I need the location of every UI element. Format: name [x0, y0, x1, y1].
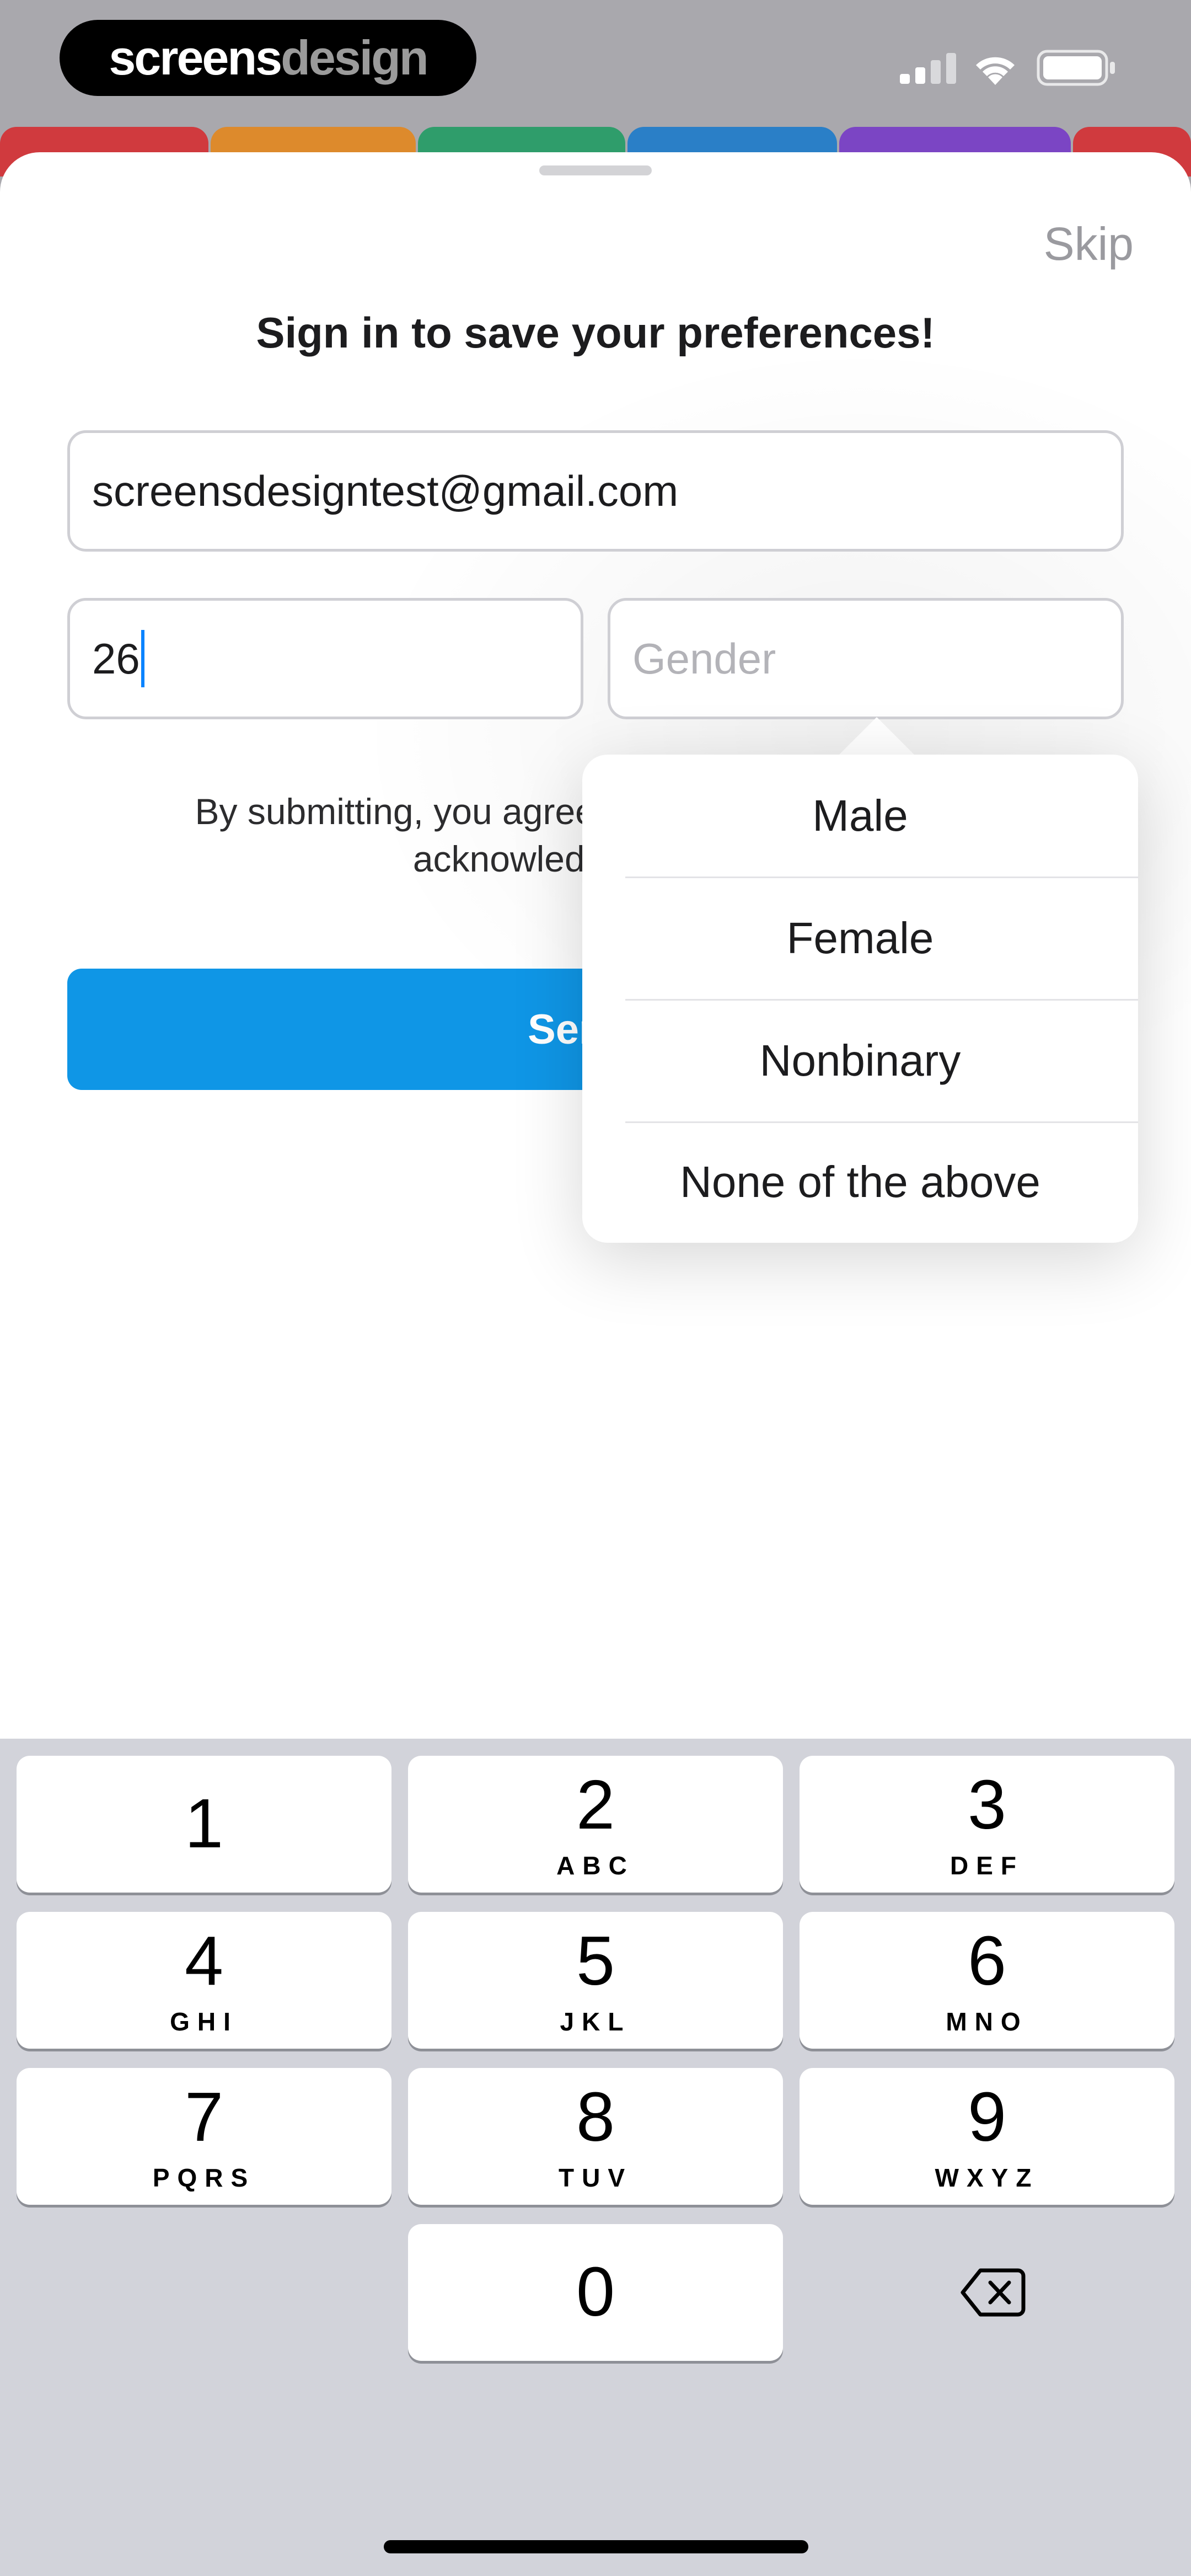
key-0[interactable]: 0: [408, 2224, 783, 2361]
skip-button[interactable]: Skip: [1044, 217, 1134, 271]
sheet-grabber[interactable]: [539, 165, 652, 175]
home-indicator: [384, 2540, 808, 2553]
key-letters: MNO: [946, 2007, 1028, 2036]
email-value: screensdesigntest@gmail.com: [92, 466, 679, 515]
key-digit: 8: [576, 2078, 615, 2156]
key-digit: 9: [967, 2078, 1007, 2156]
key-digit: 0: [576, 2253, 615, 2331]
key-3[interactable]: 3 DEF: [800, 1756, 1174, 1893]
key-7[interactable]: 7 PQRS: [17, 2068, 391, 2205]
wifi-icon: [976, 57, 1015, 85]
key-letters: DEF: [950, 1851, 1024, 1880]
cellular-signal-icon: [900, 53, 956, 84]
key-letters: TUV: [559, 2163, 632, 2192]
text-caret: [141, 630, 144, 687]
gender-option-male[interactable]: Male: [582, 755, 1138, 877]
email-field[interactable]: screensdesigntest@gmail.com: [67, 430, 1124, 552]
gender-option-female[interactable]: Female: [582, 877, 1138, 999]
key-letters: GHI: [170, 2007, 238, 2036]
key-digit: 1: [184, 1784, 224, 1862]
brand-part-a: screens: [109, 30, 282, 85]
key-letters: JKL: [560, 2007, 631, 2036]
popover-arrow: [838, 717, 915, 756]
gender-dropdown: Male Female Nonbinary None of the above: [582, 755, 1138, 1243]
gender-option-nonbinary[interactable]: Nonbinary: [582, 1000, 1138, 1121]
delete-key[interactable]: [800, 2224, 1174, 2361]
key-6[interactable]: 6 MNO: [800, 1912, 1174, 2049]
key-letters: ABC: [556, 1851, 635, 1880]
key-digit: 7: [184, 2078, 224, 2156]
key-2[interactable]: 2 ABC: [408, 1756, 783, 1893]
key-digit: 4: [184, 1922, 224, 2000]
gender-placeholder: Gender: [632, 634, 776, 683]
key-5[interactable]: 5 JKL: [408, 1912, 783, 2049]
status-bar: screensdesign: [0, 0, 1191, 143]
key-letters: WXYZ: [935, 2163, 1039, 2192]
brand-wordmark: screensdesign: [109, 34, 428, 82]
key-9[interactable]: 9 WXYZ: [800, 2068, 1174, 2205]
gender-select[interactable]: Gender: [608, 598, 1124, 719]
battery-icon: [1037, 50, 1115, 86]
brand-part-b: design: [281, 30, 429, 85]
gender-option-none[interactable]: None of the above: [582, 1121, 1138, 1243]
key-1[interactable]: 1: [17, 1756, 391, 1893]
key-digit: 6: [967, 1922, 1007, 2000]
age-field[interactable]: 26: [67, 598, 583, 719]
page-title: Sign in to save your preferences!: [256, 308, 935, 357]
key-digit: 3: [967, 1766, 1007, 1843]
key-4[interactable]: 4 GHI: [17, 1912, 391, 2049]
key-digit: 5: [576, 1922, 615, 2000]
key-letters: PQRS: [152, 2163, 256, 2192]
delete-backspace-icon: [961, 2268, 1026, 2317]
age-value: 26: [92, 634, 140, 683]
brand-logo: screensdesign: [60, 20, 476, 96]
key-digit: 2: [576, 1766, 615, 1843]
key-8[interactable]: 8 TUV: [408, 2068, 783, 2205]
